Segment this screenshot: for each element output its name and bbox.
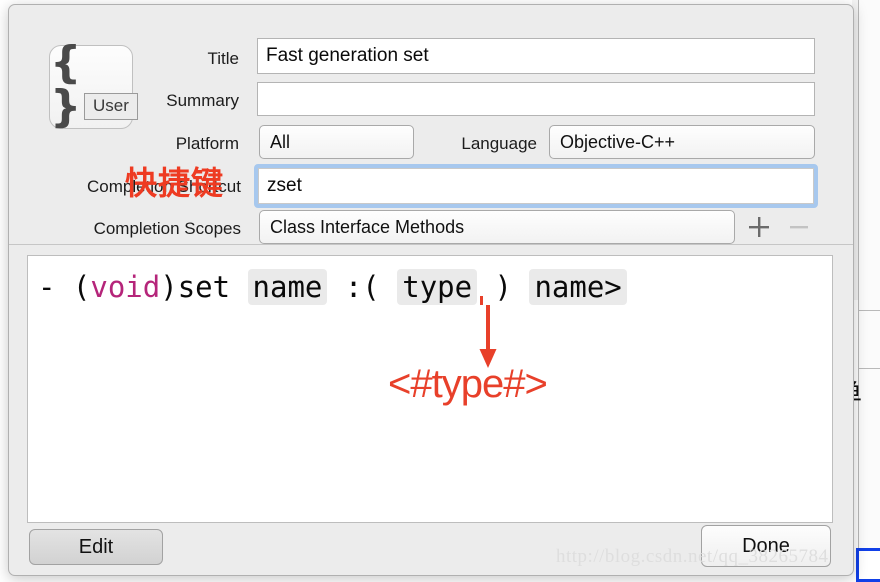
annotation-arrow-icon [479, 305, 497, 368]
annotation-shortcut-cn: 快捷键 [125, 164, 225, 202]
code-token-plain: )set [160, 270, 248, 304]
add-scope-button[interactable] [747, 215, 771, 239]
annotation-type-tick [480, 296, 483, 305]
code-token-placeholder: type [397, 269, 478, 305]
completion-scopes-label: Completion Scopes [93, 219, 241, 238]
code-token-plain: ) [477, 270, 530, 304]
code-token-plain: :( [327, 270, 398, 304]
remove-scope-button[interactable] [787, 215, 811, 239]
completion-scopes-select[interactable]: Class Interface Methods [259, 210, 735, 244]
code-token-plain: - ( [38, 270, 91, 304]
background-text-cursor [856, 548, 880, 582]
edit-button[interactable]: Edit [29, 529, 163, 565]
annotation-type-placeholder: <#type#> [388, 362, 548, 406]
watermark-text: http://blog.csdn.net/qq_38265784 [556, 546, 829, 567]
completion-shortcut-input[interactable]: zset [258, 168, 814, 204]
background-divider [858, 310, 880, 311]
background-divider [858, 368, 880, 369]
summary-input[interactable] [257, 82, 815, 116]
code-token-keyword: void [90, 270, 161, 304]
code-token-placeholder: name> [529, 269, 627, 305]
language-select[interactable]: Objective-C++ [549, 125, 815, 159]
summary-label: Summary [166, 91, 239, 110]
code-token-placeholder: name [247, 269, 328, 305]
snippet-code-line: - (void)set name :( type ) name> [38, 268, 627, 307]
snippet-editor-dialog: { } User Title Fast generation set Summa… [8, 4, 854, 576]
snippet-form-area: { } User Title Fast generation set Summa… [9, 5, 853, 245]
title-label: Title [207, 49, 240, 68]
minus-icon [790, 226, 808, 229]
platform-label: Platform [175, 134, 239, 153]
plus-icon [749, 217, 769, 237]
language-label: Language [461, 134, 537, 153]
title-input[interactable]: Fast generation set [257, 38, 815, 74]
platform-select[interactable]: All [259, 125, 414, 159]
background-panel [858, 0, 880, 580]
